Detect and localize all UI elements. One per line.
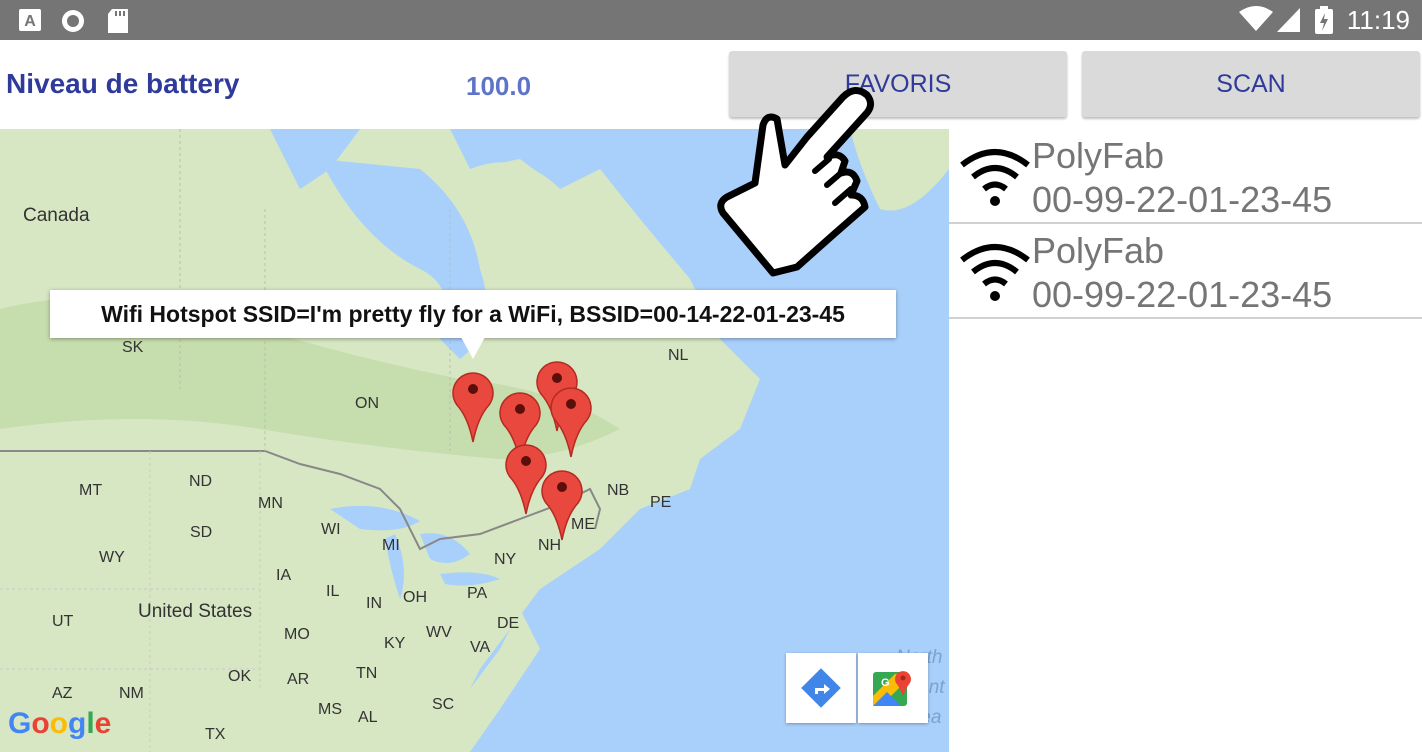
wifi-network-list[interactable]: PolyFab 00-99-22-01-23-45 PolyFab 00-99-… <box>949 129 1422 752</box>
map-label-in: IN <box>366 595 382 612</box>
map-label-ms: MS <box>318 701 342 718</box>
svg-text:A: A <box>24 13 36 30</box>
wifi-icon <box>960 149 1030 206</box>
wifi-bssid: 00-99-22-01-23-45 <box>1032 179 1333 220</box>
map-label-mt: MT <box>79 482 103 499</box>
google-logo-letter: o <box>31 707 50 740</box>
map-label-de: DE <box>497 615 520 632</box>
map-label-wy: WY <box>99 549 125 566</box>
battery-level-label: Niveau de battery <box>6 68 240 99</box>
map-label-sd: SD <box>190 524 213 541</box>
google-logo: Google <box>8 707 111 741</box>
map-label-canada: Canada <box>23 205 90 226</box>
wifi-ssid: PolyFab <box>1032 135 1165 176</box>
map-label-al: AL <box>358 709 378 726</box>
map-label-il: IL <box>326 583 340 600</box>
map-label-nm: NM <box>119 685 144 702</box>
map-label-mn: MN <box>258 495 283 512</box>
svg-text:G: G <box>881 677 890 689</box>
map-label-ok: OK <box>228 668 252 685</box>
map-label-sc: SC <box>432 696 455 713</box>
map-marker[interactable] <box>550 382 592 458</box>
map-label-mi: MI <box>382 537 400 554</box>
google-logo-letter: o <box>49 707 68 740</box>
marker-info-window[interactable]: Wifi Hotspot SSID=I'm pretty fly for a W… <box>50 290 896 338</box>
map-label-nl: NL <box>668 347 689 364</box>
map-label-tx: TX <box>205 726 226 743</box>
google-logo-letter: e <box>94 707 112 740</box>
wifi-signal-icon <box>1238 6 1274 37</box>
google-logo-letter: g <box>68 707 87 740</box>
map-marker[interactable] <box>452 367 494 443</box>
cell-signal-icon <box>1276 7 1302 38</box>
header-bar: Niveau de battery 100.0 FAVORIS SCAN <box>0 40 1422 129</box>
status-bar: A 11:19 <box>0 0 1422 40</box>
map-label-sk: SK <box>122 339 144 356</box>
google-maps-icon: G <box>873 671 911 706</box>
map-label-pe: PE <box>650 494 672 511</box>
battery-level-value: 100.0 <box>466 71 532 101</box>
hand-pointer-icon <box>717 87 874 277</box>
wifi-icon <box>960 244 1030 301</box>
sd-card-icon <box>106 8 130 39</box>
map-label-united-states: United States <box>138 601 253 622</box>
record-icon <box>60 8 86 39</box>
map-label-ut: UT <box>52 613 74 630</box>
map-label-ny: NY <box>494 551 517 568</box>
map-label-tn: TN <box>356 665 378 682</box>
map-label-ia: IA <box>276 567 292 584</box>
info-window-tail <box>461 337 485 359</box>
map-marker[interactable] <box>541 465 583 541</box>
open-in-maps-button[interactable]: G <box>858 653 928 723</box>
text-a-icon: A <box>18 8 42 37</box>
wifi-bssid: 00-99-22-01-23-45 <box>1032 274 1333 315</box>
map-label-wv: WV <box>426 624 452 641</box>
map-label-ky: KY <box>384 635 406 652</box>
google-logo-letter: l <box>86 707 95 740</box>
map-label-az: AZ <box>52 685 73 702</box>
map-label-ar: AR <box>287 671 310 688</box>
map-label-oh: OH <box>403 589 427 606</box>
map-label-mo: MO <box>284 626 310 643</box>
map-label-wi: WI <box>321 521 341 538</box>
battery-charging-icon <box>1314 6 1334 39</box>
map-label-nb: NB <box>607 482 630 499</box>
map-label-nd: ND <box>189 473 213 490</box>
map-label-on: ON <box>355 395 379 412</box>
list-item[interactable]: PolyFab 00-99-22-01-23-45 <box>949 224 1422 319</box>
list-item[interactable]: PolyFab 00-99-22-01-23-45 <box>949 129 1422 224</box>
wifi-ssid: PolyFab <box>1032 230 1165 271</box>
map-label-va: VA <box>470 639 491 656</box>
map-label-pa: PA <box>467 585 488 602</box>
google-logo-letter: G <box>8 707 32 740</box>
scan-button[interactable]: SCAN <box>1082 51 1420 117</box>
clock: 11:19 <box>1346 5 1410 35</box>
directions-button[interactable] <box>786 653 856 723</box>
directions-icon <box>801 668 841 708</box>
